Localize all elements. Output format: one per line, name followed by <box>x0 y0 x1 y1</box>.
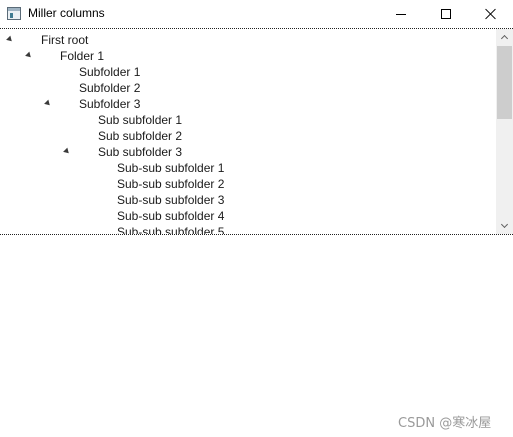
maximize-button[interactable] <box>423 0 469 28</box>
tree-item-label: Sub-sub subfolder 1 <box>117 161 225 175</box>
minimize-icon <box>396 13 406 15</box>
tree-item-label: Sub subfolder 1 <box>98 113 183 127</box>
tree-item[interactable]: First root <box>0 32 496 48</box>
vertical-scrollbar[interactable] <box>496 29 513 234</box>
watermark: CSDN @寒冰屋 <box>398 416 492 431</box>
tree-item-label: Sub-sub subfolder 4 <box>117 209 225 223</box>
tree-list: First root Folder 1 Subfolder 1 Subfolder 2… <box>0 32 496 235</box>
app-window: Miller columns First root Folder 1 Subfold… <box>0 0 513 437</box>
tree-item[interactable]: Sub-sub subfolder 1 <box>0 160 496 176</box>
tree-item[interactable]: Subfolder 2 <box>0 80 496 96</box>
scroll-down-button[interactable] <box>496 217 513 234</box>
close-icon <box>485 8 497 20</box>
tree-item-label: Sub-sub subfolder 2 <box>117 177 225 191</box>
tree-item-label: Subfolder 3 <box>79 97 141 111</box>
expander-arrow-icon[interactable] <box>6 35 14 44</box>
tree-item[interactable]: Sub-sub subfolder 3 <box>0 192 496 208</box>
tree-item[interactable]: Sub-sub subfolder 5 <box>0 224 496 235</box>
tree-item[interactable]: Sub-sub subfolder 2 <box>0 176 496 192</box>
expander-arrow-icon[interactable] <box>44 99 52 108</box>
chevron-up-icon <box>500 34 509 43</box>
tree-item-label: Sub-sub subfolder 5 <box>117 225 225 235</box>
tree-item[interactable]: Sub subfolder 2 <box>0 128 496 144</box>
tree-item[interactable]: Sub subfolder 1 <box>0 112 496 128</box>
tree-item-label: Subfolder 2 <box>79 81 141 95</box>
tree-item-label: Sub subfolder 2 <box>98 129 183 143</box>
tree-item[interactable]: Subfolder 1 <box>0 64 496 80</box>
tree-item-label: First root <box>41 33 89 47</box>
scroll-thumb[interactable] <box>497 46 512 119</box>
tree-item[interactable]: Folder 1 <box>0 48 496 64</box>
tree-item-label: Subfolder 1 <box>79 65 141 79</box>
expander-arrow-icon[interactable] <box>25 51 33 60</box>
tree-item-label: Sub-sub subfolder 3 <box>117 193 225 207</box>
tree-item-label: Sub subfolder 3 <box>98 145 183 159</box>
tree-item[interactable]: Subfolder 3 <box>0 96 496 112</box>
title-bar[interactable]: Miller columns <box>0 0 513 28</box>
tree-item[interactable]: Sub subfolder 3 <box>0 144 496 160</box>
expander-arrow-icon[interactable] <box>63 147 71 156</box>
window-title: Miller columns <box>28 6 105 20</box>
close-button[interactable] <box>468 0 513 28</box>
tree-item[interactable]: Sub-sub subfolder 4 <box>0 208 496 224</box>
maximize-icon <box>441 9 451 19</box>
tree-view[interactable]: First root Folder 1 Subfolder 1 Subfolder 2… <box>0 28 513 235</box>
chevron-down-icon <box>500 220 509 229</box>
tree-item-label: Folder 1 <box>60 49 105 63</box>
scroll-up-button[interactable] <box>496 29 513 46</box>
app-window-icon <box>7 7 21 20</box>
minimize-button[interactable] <box>378 0 424 28</box>
